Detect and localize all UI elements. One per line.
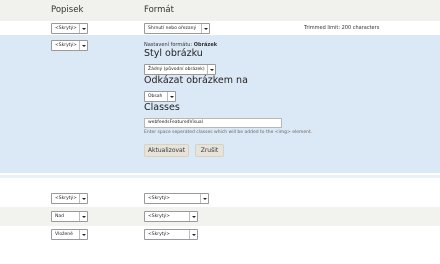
image-link-heading: Odkázat obrázkem na: [144, 75, 248, 86]
chevron-down-icon: [167, 92, 175, 101]
caption-select-value: <Skrytý>: [55, 26, 77, 31]
format-summary: Trimmed limit: 200 characters: [304, 25, 380, 31]
format-select[interactable]: <Skrytý>: [144, 193, 209, 204]
update-button[interactable]: Aktualizovat: [144, 144, 189, 157]
caption-select-value: Nad: [55, 214, 64, 219]
caption-select-value: <Skrytý>: [55, 196, 77, 201]
format-select-value: <Skrytý>: [148, 196, 170, 201]
chevron-down-icon: [189, 230, 197, 239]
chevron-down-icon: [207, 65, 215, 74]
chevron-down-icon: [189, 212, 197, 221]
cancel-button[interactable]: Zrušit: [195, 144, 224, 157]
image-style-select-value: Žádný (původní obrázek): [148, 67, 205, 72]
caption-select[interactable]: <Skrytý>: [51, 40, 88, 51]
format-select[interactable]: <Skrytý>: [144, 229, 198, 240]
classes-heading: Classes: [144, 102, 180, 113]
column-header-format: Formát: [144, 5, 174, 15]
format-select[interactable]: <Skrytý>: [144, 211, 198, 222]
classes-help-text: Enter space seperated classes which will…: [144, 130, 313, 135]
column-header-caption: Popisek: [51, 5, 84, 15]
caption-select-value: <Skrytý>: [55, 43, 77, 48]
chevron-down-icon: [79, 230, 87, 239]
divider: [0, 175, 440, 178]
format-select-value: <Skrytý>: [148, 232, 170, 237]
caption-select-value: Vložené: [55, 232, 73, 237]
image-style-heading: Styl obrázku: [144, 48, 203, 59]
format-select[interactable]: Shrnutí nebo ořezaný: [144, 23, 210, 34]
image-style-select[interactable]: Žádný (původní obrázek): [144, 64, 216, 75]
format-select-value: Shrnutí nebo ořezaný: [148, 26, 197, 31]
image-link-select-value: Obsah: [148, 94, 163, 99]
caption-select[interactable]: <Skrytý>: [51, 193, 88, 204]
chevron-down-icon: [79, 212, 87, 221]
chevron-down-icon: [79, 24, 87, 33]
chevron-down-icon: [200, 194, 208, 203]
caption-select[interactable]: <Skrytý>: [51, 23, 88, 34]
caption-select[interactable]: Nad: [51, 211, 88, 222]
caption-select[interactable]: Vložené: [51, 229, 88, 240]
chevron-down-icon: [79, 194, 87, 203]
classes-input[interactable]: webfeedsFeaturedVisual: [144, 118, 282, 128]
image-link-select[interactable]: Obsah: [144, 91, 176, 102]
chevron-down-icon: [79, 41, 87, 50]
format-select-value: <Skrytý>: [148, 214, 170, 219]
chevron-down-icon: [201, 24, 209, 33]
